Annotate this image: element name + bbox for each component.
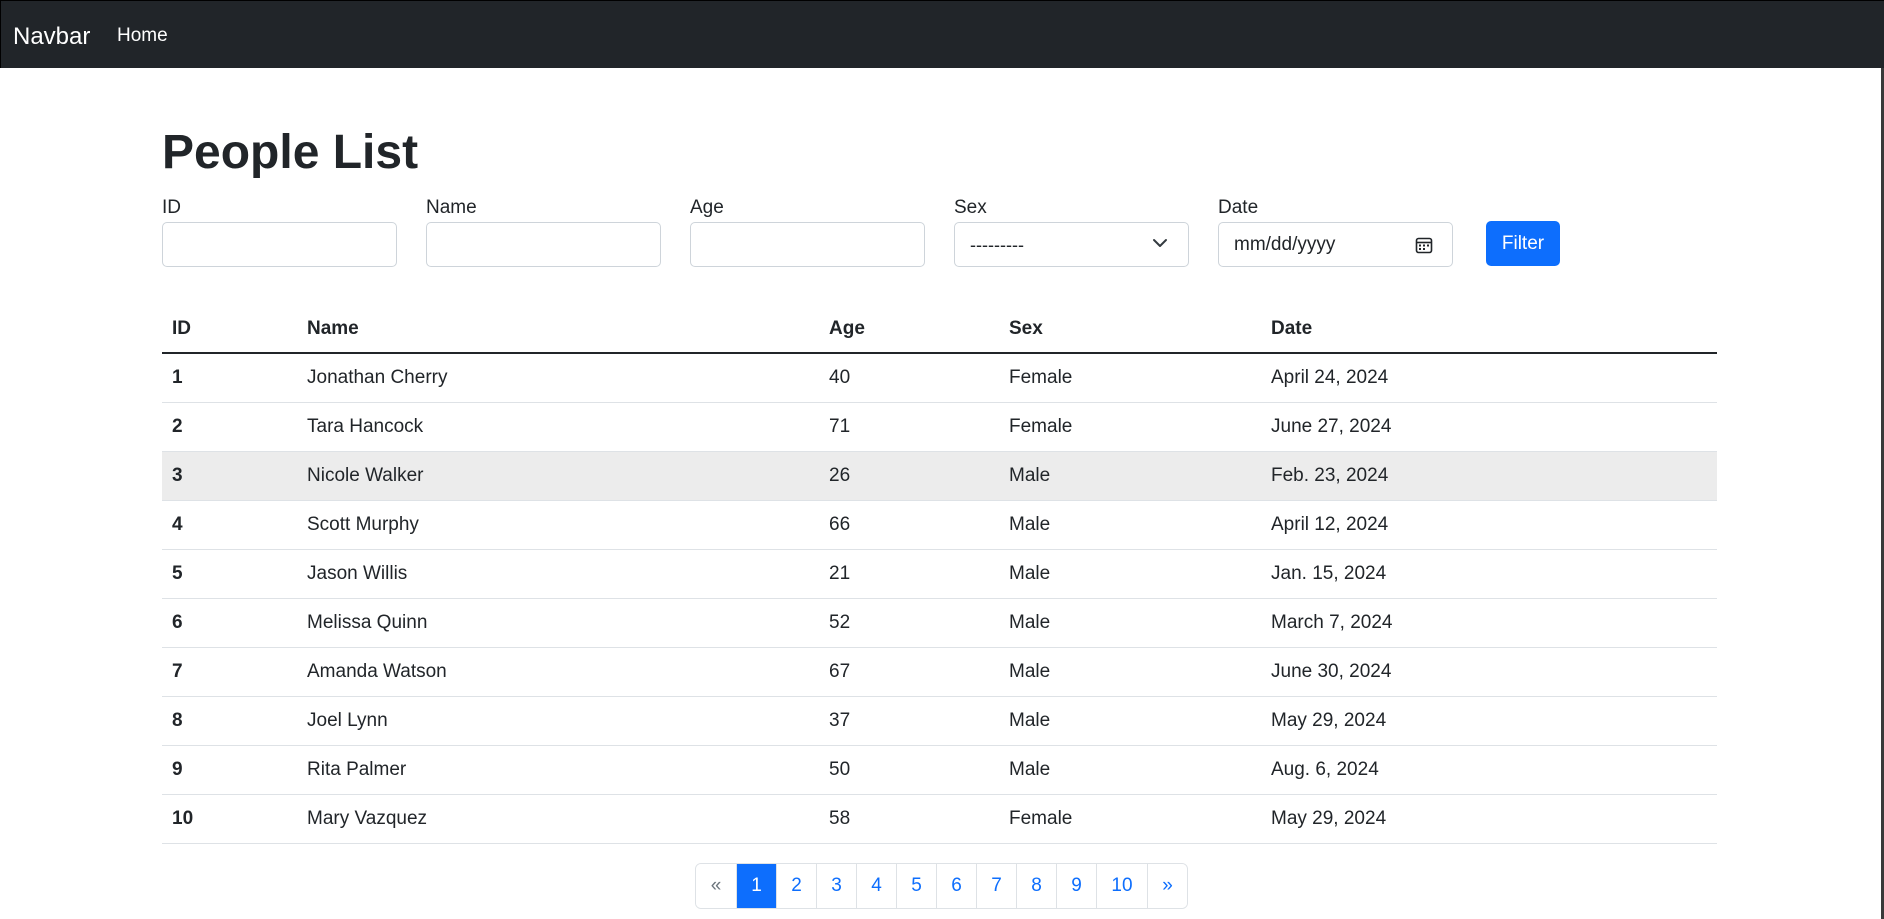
column-header-date: Date (1261, 305, 1717, 354)
page-10-link[interactable]: 10 (1096, 864, 1147, 908)
cell-date: March 7, 2024 (1261, 598, 1717, 648)
cell-name: Scott Murphy (297, 500, 819, 550)
page-7-link[interactable]: 7 (976, 864, 1016, 908)
cell-date: Feb. 23, 2024 (1261, 451, 1717, 501)
column-header-sex: Sex (999, 305, 1261, 354)
age-filter-input[interactable] (690, 222, 925, 267)
page-title: People List (162, 126, 419, 179)
cell-id: 2 (162, 402, 297, 452)
cell-date: April 24, 2024 (1261, 353, 1717, 403)
cell-id: 8 (162, 696, 297, 746)
page-9-link[interactable]: 9 (1056, 864, 1096, 908)
cell-id: 6 (162, 598, 297, 648)
table-header-row: ID Name Age Sex Date (162, 305, 1717, 354)
cell-age: 37 (819, 696, 999, 746)
sex-filter-selected-value: --------- (970, 235, 1024, 255)
cell-name: Joel Lynn (297, 696, 819, 746)
table-row: 6 Melissa Quinn 52 Male March 7, 2024 (162, 598, 1717, 648)
column-header-age: Age (819, 305, 999, 354)
table-row: 9 Rita Palmer 50 Male Aug. 6, 2024 (162, 745, 1717, 795)
column-header-name: Name (297, 305, 819, 354)
id-filter-input[interactable] (162, 222, 397, 267)
cell-id: 3 (162, 451, 297, 501)
cell-id: 7 (162, 647, 297, 697)
page-4-link[interactable]: 4 (856, 864, 896, 908)
cell-age: 40 (819, 353, 999, 403)
cell-age: 50 (819, 745, 999, 795)
table-row: 10 Mary Vazquez 58 Female May 29, 2024 (162, 794, 1717, 844)
nav-link-home[interactable]: Home (117, 25, 168, 47)
pagination-next[interactable]: » (1147, 864, 1187, 908)
cell-sex: Male (999, 745, 1261, 795)
cell-date: June 27, 2024 (1261, 402, 1717, 452)
cell-sex: Male (999, 598, 1261, 648)
cell-date: May 29, 2024 (1261, 696, 1717, 746)
name-filter-label: Name (426, 197, 477, 218)
page-3-link[interactable]: 3 (816, 864, 856, 908)
cell-age: 52 (819, 598, 999, 648)
cell-name: Tara Hancock (297, 402, 819, 452)
sex-filter-select[interactable]: --------- (954, 222, 1189, 267)
cell-id: 10 (162, 794, 297, 844)
name-filter-input[interactable] (426, 222, 661, 267)
calendar-icon[interactable] (1414, 235, 1434, 255)
cell-age: 71 (819, 402, 999, 452)
cell-sex: Male (999, 549, 1261, 599)
cell-age: 58 (819, 794, 999, 844)
page-2-link[interactable]: 2 (776, 864, 816, 908)
table-row: 7 Amanda Watson 67 Male June 30, 2024 (162, 647, 1717, 697)
people-table: ID Name Age Sex Date 1 Jonathan Cherry 4… (162, 305, 1717, 844)
cell-name: Melissa Quinn (297, 598, 819, 648)
page-6-link[interactable]: 6 (936, 864, 976, 908)
sex-filter-label: Sex (954, 197, 987, 218)
pagination-prev: « (696, 864, 736, 908)
cell-name: Rita Palmer (297, 745, 819, 795)
table-row: 5 Jason Willis 21 Male Jan. 15, 2024 (162, 549, 1717, 599)
cell-name: Jonathan Cherry (297, 353, 819, 403)
navbar-brand[interactable]: Navbar (13, 23, 90, 51)
page-5-link[interactable]: 5 (896, 864, 936, 908)
date-filter-input[interactable]: mm/dd/yyyy (1218, 222, 1453, 267)
table-row: 8 Joel Lynn 37 Male May 29, 2024 (162, 696, 1717, 746)
cell-id: 5 (162, 549, 297, 599)
cell-sex: Female (999, 353, 1261, 403)
cell-sex: Female (999, 794, 1261, 844)
id-filter-label: ID (162, 197, 181, 218)
cell-age: 67 (819, 647, 999, 697)
cell-date: May 29, 2024 (1261, 794, 1717, 844)
table-row: 4 Scott Murphy 66 Male April 12, 2024 (162, 500, 1717, 550)
date-filter-label: Date (1218, 197, 1259, 218)
cell-sex: Male (999, 696, 1261, 746)
cell-age: 21 (819, 549, 999, 599)
cell-sex: Male (999, 500, 1261, 550)
cell-date: June 30, 2024 (1261, 647, 1717, 697)
cell-age: 66 (819, 500, 999, 550)
cell-date: Jan. 15, 2024 (1261, 549, 1717, 599)
cell-id: 9 (162, 745, 297, 795)
cell-id: 1 (162, 353, 297, 403)
page-8-link[interactable]: 8 (1016, 864, 1056, 908)
table-row: 1 Jonathan Cherry 40 Female April 24, 20… (162, 353, 1717, 403)
cell-sex: Male (999, 647, 1261, 697)
date-filter-placeholder: mm/dd/yyyy (1234, 234, 1336, 255)
age-filter-label: Age (690, 197, 724, 218)
cell-age: 26 (819, 451, 999, 501)
chevron-down-icon (1153, 239, 1167, 247)
page-1-link[interactable]: 1 (736, 864, 776, 908)
navbar: Navbar Home (0, 0, 1884, 68)
cell-name: Nicole Walker (297, 451, 819, 501)
cell-sex: Male (999, 451, 1261, 501)
cell-sex: Female (999, 402, 1261, 452)
cell-date: April 12, 2024 (1261, 500, 1717, 550)
pagination: « 1 2 3 4 5 6 7 8 9 10 » (695, 863, 1188, 909)
cell-name: Jason Willis (297, 549, 819, 599)
cell-date: Aug. 6, 2024 (1261, 745, 1717, 795)
table-row: 3 Nicole Walker 26 Male Feb. 23, 2024 (162, 451, 1717, 501)
cell-id: 4 (162, 500, 297, 550)
table-row: 2 Tara Hancock 71 Female June 27, 2024 (162, 402, 1717, 452)
cell-name: Mary Vazquez (297, 794, 819, 844)
cell-name: Amanda Watson (297, 647, 819, 697)
column-header-id: ID (162, 305, 297, 354)
filter-button[interactable]: Filter (1486, 221, 1560, 266)
